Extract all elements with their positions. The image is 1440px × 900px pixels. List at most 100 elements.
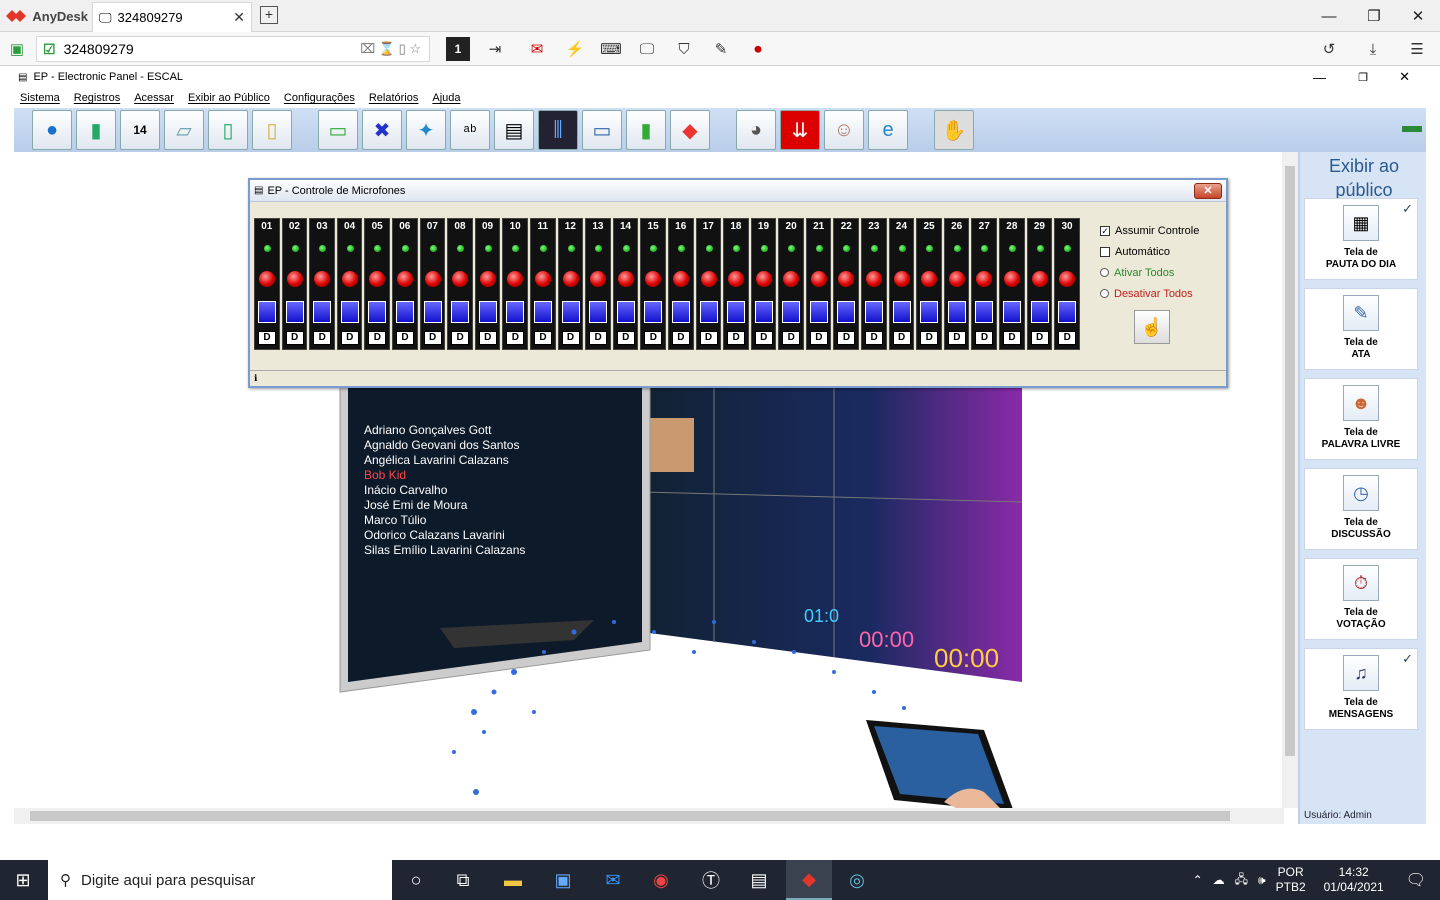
- mic-level-button[interactable]: [451, 301, 470, 323]
- monitor-green-icon[interactable]: ▭: [318, 110, 358, 150]
- mic-toggle-button[interactable]: [369, 271, 386, 287]
- globe-icon[interactable]: ●: [32, 110, 72, 150]
- card-pauta-do-dia[interactable]: ✓ ▦ Tela de PAUTA DO DIA: [1304, 198, 1418, 280]
- mixer-icon[interactable]: ⫼: [538, 110, 578, 150]
- switch-sides-icon[interactable]: ⇥: [484, 38, 506, 60]
- vertical-scrollbar[interactable]: [1282, 152, 1298, 808]
- desativar-todos-radio[interactable]: Desativar Todos: [1100, 283, 1226, 304]
- mail-icon[interactable]: ✉: [590, 860, 636, 900]
- mic-level-button[interactable]: [506, 301, 525, 323]
- mic-level-button[interactable]: [754, 301, 773, 323]
- clock[interactable]: 14:32 01/04/2021: [1324, 865, 1384, 895]
- menu-registros[interactable]: Registros: [74, 92, 120, 104]
- history-icon[interactable]: ↺: [1318, 38, 1340, 60]
- mic-toggle-button[interactable]: [452, 271, 469, 287]
- channel-d-button[interactable]: D: [395, 331, 414, 345]
- monitor-select-button[interactable]: 1: [446, 37, 470, 61]
- horizontal-scroll-thumb[interactable]: [30, 811, 1230, 821]
- mic-level-button[interactable]: [368, 301, 387, 323]
- mic-level-button[interactable]: [865, 301, 884, 323]
- calendar-icon[interactable]: 14: [120, 110, 160, 150]
- channel-d-button[interactable]: D: [947, 331, 966, 345]
- teamspeak-icon[interactable]: Ⓣ: [688, 860, 734, 900]
- mic-level-button[interactable]: [285, 301, 304, 323]
- mic-level-button[interactable]: [671, 301, 690, 323]
- actions-icon[interactable]: ⚡: [564, 38, 586, 60]
- channel-d-button[interactable]: D: [616, 331, 635, 345]
- session-tab[interactable]: 🖵 324809279 ✕: [92, 2, 252, 32]
- display-icon[interactable]: 🖵: [636, 38, 658, 60]
- channel-d-button[interactable]: D: [644, 331, 663, 345]
- dialog-close-button[interactable]: ✕: [1194, 183, 1222, 199]
- channel-d-button[interactable]: D: [451, 331, 470, 345]
- card-mensagens[interactable]: ✓ ♫ Tela de MENSAGENS: [1304, 648, 1418, 730]
- mic-level-button[interactable]: [892, 301, 911, 323]
- channel-d-button[interactable]: D: [340, 331, 359, 345]
- mic-toggle-button[interactable]: [645, 271, 662, 287]
- channel-d-button[interactable]: D: [423, 331, 442, 345]
- channel-d-button[interactable]: D: [1030, 331, 1049, 345]
- mic-toggle-button[interactable]: [700, 271, 717, 287]
- hand-icon[interactable]: ✋: [934, 110, 974, 150]
- network-icon[interactable]: 🖧: [1235, 870, 1248, 891]
- exit-icon[interactable]: ⇊: [780, 110, 820, 150]
- channel-d-button[interactable]: D: [782, 331, 801, 345]
- new-tab-button[interactable]: +: [260, 6, 278, 24]
- mic-level-button[interactable]: [589, 301, 608, 323]
- mic-toggle-button[interactable]: [948, 271, 965, 287]
- close-tab-icon[interactable]: ✕: [233, 9, 245, 26]
- mic-level-button[interactable]: [533, 301, 552, 323]
- mic-level-button[interactable]: [837, 301, 856, 323]
- close-window-button[interactable]: ✕: [1396, 0, 1440, 32]
- channel-d-button[interactable]: D: [561, 331, 580, 345]
- mic-toggle-button[interactable]: [617, 271, 634, 287]
- mic-toggle-button[interactable]: [1004, 271, 1021, 287]
- mic-toggle-button[interactable]: [314, 271, 331, 287]
- mic-toggle-button[interactable]: [424, 271, 441, 287]
- menu-acessar[interactable]: Acessar: [134, 92, 174, 104]
- cortana-icon[interactable]: ○: [393, 860, 439, 900]
- mic-toggle-button[interactable]: [921, 271, 938, 287]
- channel-d-button[interactable]: D: [865, 331, 884, 345]
- card-palavra-livre[interactable]: ☻ Tela de PALAVRA LIVRE: [1304, 378, 1418, 460]
- mic-level-button[interactable]: [809, 301, 828, 323]
- channel-d-button[interactable]: D: [754, 331, 773, 345]
- mic-toggle-button[interactable]: [562, 271, 579, 287]
- hand-button[interactable]: ☝: [1134, 310, 1170, 344]
- menu-relatorios[interactable]: Relatórios: [369, 92, 419, 104]
- mic-level-button[interactable]: [313, 301, 332, 323]
- app-restore-button[interactable]: ❐: [1358, 71, 1368, 84]
- operator-icon[interactable]: ☺: [824, 110, 864, 150]
- mic-toggle-button[interactable]: [755, 271, 772, 287]
- panel-icon[interactable]: ▮: [626, 110, 666, 150]
- mic-level-button[interactable]: [644, 301, 663, 323]
- permissions-icon[interactable]: ⛉: [673, 38, 695, 60]
- anydesk-taskbar-icon[interactable]: ◆: [786, 860, 832, 900]
- mic-toggle-button[interactable]: [1059, 271, 1076, 287]
- folder-icon[interactable]: ▯: [252, 110, 292, 150]
- mic-level-button[interactable]: [340, 301, 359, 323]
- channel-d-button[interactable]: D: [506, 331, 525, 345]
- channel-d-button[interactable]: D: [285, 331, 304, 345]
- channel-d-button[interactable]: D: [892, 331, 911, 345]
- channel-d-button[interactable]: D: [533, 331, 552, 345]
- taskbar-search[interactable]: ⚲ Digite aqui para pesquisar: [48, 860, 392, 900]
- display-icon[interactable]: ▭: [582, 110, 622, 150]
- keyboard-icon[interactable]: ⌨: [600, 38, 622, 60]
- chat-icon[interactable]: ✉: [526, 38, 548, 60]
- mic-toggle-button[interactable]: [507, 271, 524, 287]
- language-indicator[interactable]: POR PTB2: [1276, 865, 1306, 895]
- mic-level-button[interactable]: [947, 301, 966, 323]
- ep-taskbar-icon[interactable]: ◎: [834, 860, 880, 900]
- mic-toggle-button[interactable]: [534, 271, 551, 287]
- mic-level-button[interactable]: [1003, 301, 1022, 323]
- mic-toggle-button[interactable]: [728, 271, 745, 287]
- network-icon[interactable]: ✦: [406, 110, 446, 150]
- mic-toggle-button[interactable]: [866, 271, 883, 287]
- store-icon[interactable]: ▣: [540, 860, 586, 900]
- download-icon[interactable]: ⤓: [1362, 38, 1384, 60]
- mic-toggle-button[interactable]: [893, 271, 910, 287]
- mic-level-button[interactable]: [699, 301, 718, 323]
- mic-level-button[interactable]: [478, 301, 497, 323]
- channel-d-button[interactable]: D: [368, 331, 387, 345]
